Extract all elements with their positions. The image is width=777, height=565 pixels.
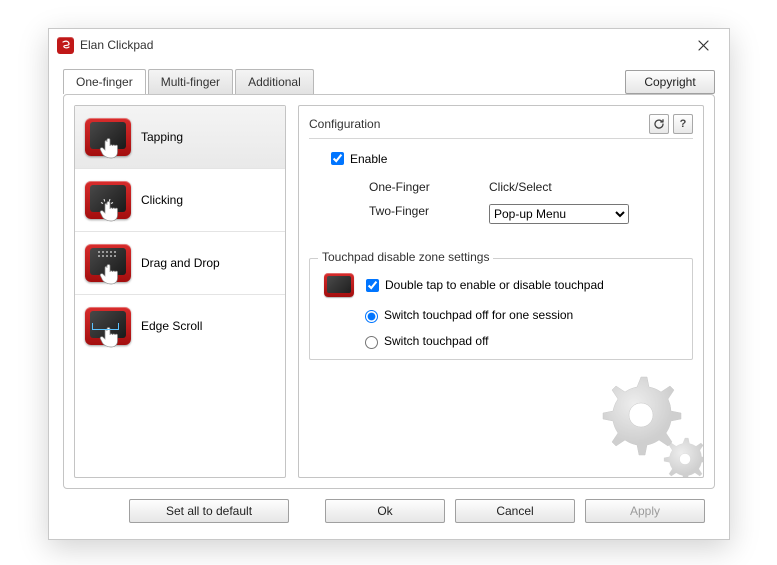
one-finger-row: One-Finger Click/Select [369, 180, 693, 194]
sidebar-item-tapping[interactable]: Tapping [75, 106, 285, 169]
radio-persist[interactable] [365, 336, 378, 349]
app-logo-icon [57, 37, 74, 54]
cancel-button[interactable]: Cancel [455, 499, 575, 523]
doubletap-checkbox[interactable] [366, 279, 379, 292]
set-default-button[interactable]: Set all to default [129, 499, 289, 523]
help-icon: ? [680, 118, 687, 130]
sidebar-item-label: Clicking [141, 193, 183, 207]
ok-button[interactable]: Ok [325, 499, 445, 523]
titlebar: Elan Clickpad [49, 29, 729, 61]
help-button[interactable]: ? [673, 114, 693, 134]
tab-one-finger[interactable]: One-finger [63, 69, 146, 94]
radio-row-session: Switch touchpad off for one session [360, 307, 682, 323]
drag-drop-icon [85, 244, 131, 282]
sidebar: Tapping Clicking Drag and Drop [74, 105, 286, 478]
sidebar-item-edge-scroll[interactable]: Edge Scroll [75, 295, 285, 357]
tab-additional[interactable]: Additional [235, 69, 314, 94]
app-frame: Elan Clickpad One-finger Multi-finger Ad… [0, 0, 777, 565]
one-finger-value: Click/Select [489, 180, 552, 194]
two-finger-select[interactable]: Pop-up Menu [489, 204, 629, 224]
tapping-icon [85, 118, 131, 156]
apply-button[interactable]: Apply [585, 499, 705, 523]
disable-zone-group: Touchpad disable zone settings Double ta… [309, 258, 693, 360]
clicking-icon [85, 181, 131, 219]
tab-bar: One-finger Multi-finger Additional Copyr… [49, 61, 729, 94]
radio-row-persist: Switch touchpad off [360, 333, 682, 349]
sidebar-item-label: Edge Scroll [141, 319, 202, 333]
action-bar: Set all to default Ok Cancel Apply [49, 499, 729, 539]
one-finger-label: One-Finger [369, 180, 489, 194]
radio-session-label: Switch touchpad off for one session [384, 308, 573, 322]
copyright-button[interactable]: Copyright [625, 70, 715, 94]
sidebar-item-drag-and-drop[interactable]: Drag and Drop [75, 232, 285, 295]
enable-label: Enable [350, 152, 387, 166]
window: Elan Clickpad One-finger Multi-finger Ad… [48, 28, 730, 540]
disable-zone-legend: Touchpad disable zone settings [318, 250, 493, 264]
tab-multi-finger[interactable]: Multi-finger [148, 69, 233, 94]
sidebar-item-label: Drag and Drop [141, 256, 220, 270]
doubletap-label: Double tap to enable or disable touchpad [385, 278, 604, 292]
enable-checkbox[interactable] [331, 152, 344, 165]
gears-decoration-icon [569, 367, 704, 478]
refresh-icon [653, 118, 665, 130]
refresh-button[interactable] [649, 114, 669, 134]
config-title: Configuration [309, 117, 380, 131]
config-header: Configuration ? [309, 114, 693, 139]
config-panel: Configuration ? Enable One-Finger Click/… [298, 105, 704, 478]
enable-row: Enable [327, 149, 693, 168]
radio-session[interactable] [365, 310, 378, 323]
sidebar-item-clicking[interactable]: Clicking [75, 169, 285, 232]
sidebar-item-label: Tapping [141, 130, 183, 144]
close-icon [698, 40, 709, 51]
edge-scroll-icon [85, 307, 131, 345]
close-button[interactable] [683, 31, 723, 59]
touchpad-icon [324, 273, 354, 297]
window-title: Elan Clickpad [80, 38, 153, 52]
radio-persist-label: Switch touchpad off [384, 334, 489, 348]
two-finger-row: Two-Finger Pop-up Menu [369, 204, 693, 224]
main-panel: Tapping Clicking Drag and Drop [63, 94, 715, 489]
two-finger-label: Two-Finger [369, 204, 489, 224]
